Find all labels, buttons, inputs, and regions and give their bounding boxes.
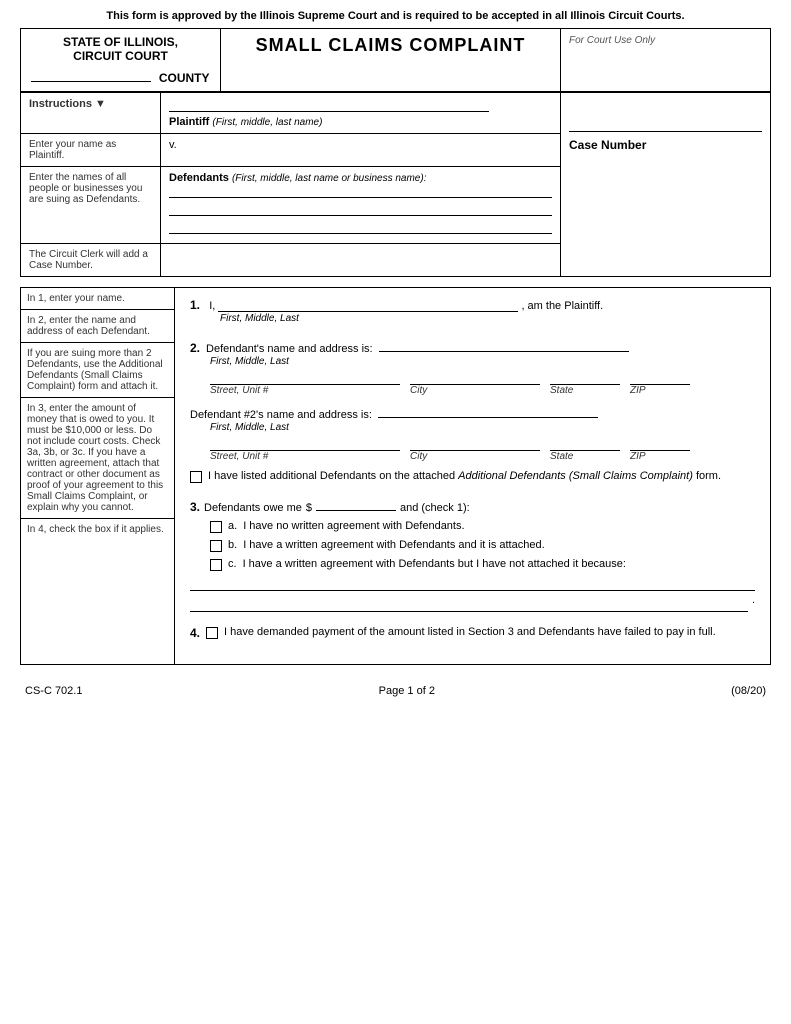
section-4-num: 4. (190, 626, 200, 640)
section-3-dollar: $ (306, 502, 312, 514)
left-instr-4: In 3, enter the amount of money that is … (21, 398, 174, 519)
case-number-label: Case Number (569, 138, 762, 152)
left-instructions-panel: In 1, enter your name. In 2, enter the n… (20, 287, 175, 665)
defendant-line-3[interactable] (169, 220, 552, 234)
section-4: 4. I have demanded payment of the amount… (190, 626, 755, 640)
defendant-line-1[interactable] (169, 184, 552, 198)
plaintiff-hint: (First, middle, last name) (212, 117, 322, 128)
section-1-suffix: , am the Plaintiff. (521, 300, 603, 312)
section-3-suffix: and (check 1): (400, 502, 470, 514)
form-date: (08/20) (731, 685, 766, 697)
section-3-reason-line-1[interactable] (190, 577, 755, 591)
option-c-text: I have a written agreement with Defendan… (243, 558, 626, 570)
instr-plaintiff-text: Enter your name as Plaintiff. (29, 139, 116, 161)
option-a-row: a. I have no written agreement with Defe… (210, 520, 755, 533)
def2-address-row: Street, Unit # City State ZIP (210, 437, 755, 462)
section-2-name-hint: First, Middle, Last (210, 356, 289, 367)
additional-defendants-checkbox[interactable] (190, 471, 202, 483)
def1-street-field: Street, Unit # (210, 371, 400, 396)
instructions-toggle[interactable]: Instructions ▼ (29, 98, 106, 110)
right-content-panel: 1. I, , am the Plaintiff. First, Middle,… (175, 287, 771, 665)
title-cell: SMALL CLAIMS COMPLAINT (221, 29, 561, 92)
instr-plaintiff: Enter your name as Plaintiff. (21, 134, 161, 167)
option-b-letter: b. (228, 539, 237, 551)
section-3-prefix: Defendants owe me (204, 502, 302, 514)
left-instr-1: In 1, enter your name. (21, 288, 174, 310)
option-c-row: c. I have a written agreement with Defen… (210, 558, 755, 571)
left-instr-3: If you are suing more than 2 Defendants,… (21, 343, 174, 398)
extra-cell (161, 244, 561, 277)
instr-case-number-text: The Circuit Clerk will add a Case Number… (29, 249, 148, 271)
footer: CS-C 702.1 Page 1 of 2 (08/20) (20, 685, 771, 697)
section-2-def1-name[interactable] (379, 338, 629, 352)
def1-state-field: State (550, 371, 620, 396)
def2-street-field: Street, Unit # (210, 437, 400, 462)
county-line (31, 81, 151, 82)
section-2-def2-name[interactable] (378, 404, 598, 418)
section-1-name-field[interactable] (218, 298, 518, 312)
defendants-label: Defendants (169, 172, 229, 184)
option-c-letter: c. (228, 558, 237, 570)
form-title: SMALL CLAIMS COMPLAINT (229, 35, 552, 56)
section-2: 2. Defendant's name and address is: Firs… (190, 338, 755, 483)
section-3-reason-line-2[interactable] (190, 598, 748, 612)
instr-defendants: Enter the names of all people or busines… (21, 167, 161, 244)
section-1-prefix: I, (209, 300, 215, 312)
form-section: Instructions ▼ Plaintiff (First, middle,… (20, 92, 771, 277)
form-number: CS-C 702.1 (25, 685, 82, 697)
section-3-num: 3. (190, 500, 200, 514)
option-a-text: I have no written agreement with Defenda… (243, 520, 464, 532)
def1-zip-field: ZIP (630, 371, 690, 396)
court-use-bottom-cell: Case Number (561, 93, 771, 277)
county-label: COUNTY (159, 71, 210, 85)
additional-defendants-row: I have listed additional Defendants on t… (190, 470, 755, 483)
left-instr-5: In 4, check the box if it applies. (21, 519, 174, 540)
top-notice: This form is approved by the Illinois Su… (20, 10, 771, 22)
v-cell: v. (161, 134, 561, 167)
defendants-hint: (First, middle, last name or business na… (232, 173, 427, 184)
option-b-checkbox[interactable] (210, 540, 222, 552)
plaintiff-name-field[interactable] (169, 98, 489, 112)
state-label: STATE OF ILLINOIS, (29, 35, 212, 49)
option-b-text: I have a written agreement with Defendan… (243, 539, 544, 551)
section-1-field-label: First, Middle, Last (220, 313, 299, 324)
section-3: 3. Defendants owe me $ and (check 1): a.… (190, 497, 755, 612)
section-4-checkbox[interactable] (206, 627, 218, 639)
header-table: STATE OF ILLINOIS, CIRCUIT COURT COUNTY … (20, 28, 771, 92)
option-a-letter: a. (228, 520, 237, 532)
def2-state-field: State (550, 437, 620, 462)
section-4-text: I have demanded payment of the amount li… (224, 626, 716, 638)
def2-label: Defendant #2's name and address is: (190, 409, 372, 421)
court-use-cell: For Court Use Only (561, 29, 771, 92)
instr-case-number: The Circuit Clerk will add a Case Number… (21, 244, 161, 277)
state-cell: STATE OF ILLINOIS, CIRCUIT COURT COUNTY (21, 29, 221, 92)
def1-city-field: City (410, 371, 540, 396)
def2-zip-field: ZIP (630, 437, 690, 462)
additional-check-text: I have listed additional Defendants on t… (208, 470, 721, 482)
def1-address-row: Street, Unit # City State ZIP (210, 371, 755, 396)
option-a-checkbox[interactable] (210, 521, 222, 533)
instr-defendants-text: Enter the names of all people or busines… (29, 172, 142, 205)
defendants-cell: Defendants (First, middle, last name or … (161, 167, 561, 244)
section-2-def2-name-hint: First, Middle, Last (210, 422, 289, 433)
circuit-label: CIRCUIT COURT (29, 49, 212, 63)
option-b-row: b. I have a written agreement with Defen… (210, 539, 755, 552)
section-1: 1. I, , am the Plaintiff. First, Middle,… (190, 298, 755, 324)
section-2-num: 2. (190, 341, 200, 355)
section-2-label: Defendant's name and address is: (206, 343, 373, 355)
option-c-checkbox[interactable] (210, 559, 222, 571)
instructions-header-cell: Instructions ▼ (21, 93, 161, 134)
main-body: In 1, enter your name. In 2, enter the n… (20, 287, 771, 665)
section-1-num: 1. (190, 298, 200, 312)
court-use-label: For Court Use Only (569, 35, 655, 46)
left-instr-2: In 2, enter the name and address of each… (21, 310, 174, 343)
section-3-amount-field[interactable] (316, 497, 396, 511)
plaintiff-cell: Plaintiff (First, middle, last name) (161, 93, 561, 134)
page-label: Page 1 of 2 (379, 685, 435, 697)
plaintiff-label: Plaintiff (169, 116, 209, 128)
defendant-line-2[interactable] (169, 202, 552, 216)
v-label: v. (169, 139, 177, 151)
def2-city-field: City (410, 437, 540, 462)
